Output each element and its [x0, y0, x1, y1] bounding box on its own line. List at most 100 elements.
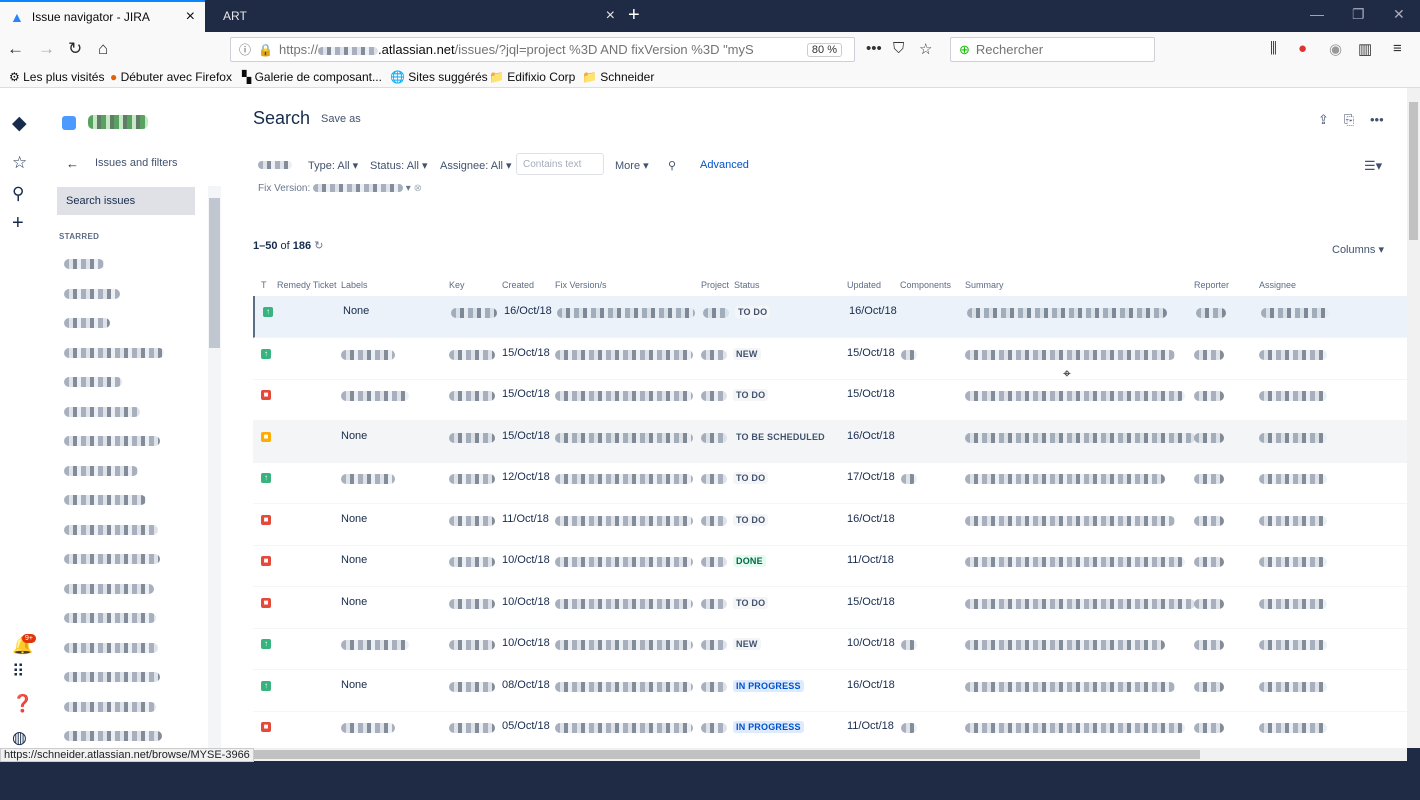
help-icon[interactable]: ❓	[12, 694, 33, 714]
search-icon[interactable]: ⚲	[12, 184, 24, 204]
minimize-icon[interactable]: —	[1310, 6, 1324, 22]
bookmark-most-visited[interactable]: ⚙ Les plus visités	[9, 70, 104, 84]
column-header[interactable]: Updated	[847, 280, 881, 290]
clear-filter-icon[interactable]: ⊗	[414, 183, 422, 194]
columns-button[interactable]: Columns ▾	[1332, 243, 1384, 256]
project-name[interactable]	[88, 115, 148, 129]
starred-item[interactable]	[64, 583, 154, 594]
close-tab-icon[interactable]: ×	[186, 8, 195, 26]
bookmark-edifixio[interactable]: 📁 Edifixio Corp	[489, 70, 575, 84]
column-header[interactable]: Summary	[965, 280, 1004, 290]
project-avatar[interactable]	[62, 116, 76, 130]
project-cell[interactable]	[701, 681, 727, 692]
reporter-cell[interactable]	[1194, 723, 1224, 733]
more-actions-icon[interactable]: •••	[1370, 112, 1384, 127]
column-header[interactable]: Status	[734, 280, 760, 290]
table-row[interactable]: ■ None 10/Oct/18 DONE 11/Oct/18	[253, 545, 1407, 587]
back-arrow-icon[interactable]: ←	[66, 156, 79, 171]
create-icon[interactable]: +	[12, 212, 24, 235]
starred-item[interactable]	[64, 642, 158, 653]
table-row[interactable]: ↑ 10/Oct/18 NEW 10/Oct/18	[253, 628, 1407, 670]
project-cell[interactable]	[701, 598, 727, 609]
fix-version-cell[interactable]	[555, 474, 693, 484]
project-cell[interactable]	[701, 349, 727, 360]
home-icon[interactable]: ⌂	[98, 39, 108, 59]
reporter-cell[interactable]	[1194, 557, 1224, 567]
assignee-filter[interactable]: Assignee: All ▾	[440, 159, 512, 172]
starred-item[interactable]	[64, 288, 120, 299]
new-tab-icon[interactable]: +	[628, 4, 640, 27]
profile-icon[interactable]: ◍	[12, 728, 27, 748]
summary-link[interactable]	[965, 598, 1195, 609]
pocket-icon[interactable]: ⛉	[893, 40, 904, 57]
summary-link[interactable]	[965, 681, 1175, 692]
contains-text-input[interactable]: Contains text	[516, 153, 604, 175]
fix-version-cell[interactable]	[555, 391, 693, 401]
components-cell[interactable]	[901, 474, 917, 484]
starred-item[interactable]	[64, 465, 138, 476]
project-cell[interactable]	[701, 640, 727, 650]
tab-issue-navigator[interactable]: ▲ Issue navigator - JIRA ×	[0, 0, 205, 32]
issue-key-link[interactable]	[451, 308, 497, 318]
type-filter[interactable]: Type: All ▾	[308, 159, 358, 172]
starred-item[interactable]	[64, 436, 160, 446]
library-icon[interactable]: ⫼	[1270, 40, 1277, 57]
sidebar-scrollbar[interactable]	[208, 186, 221, 748]
fix-version-cell[interactable]	[557, 308, 695, 318]
starred-item[interactable]	[64, 613, 156, 623]
fix-version-cell[interactable]	[555, 432, 693, 443]
assignee-cell[interactable]	[1259, 598, 1327, 609]
assignee-cell[interactable]	[1259, 474, 1327, 484]
table-row[interactable]: ↑ None 08/Oct/18 IN PROGRESS 16/Oct/18	[253, 670, 1407, 712]
table-row[interactable]: ↑ None 16/Oct/18 TO DO 16/Oct/18	[253, 296, 1407, 338]
status-filter[interactable]: Status: All ▾	[370, 159, 428, 172]
sidebar-scroll-thumb[interactable]	[209, 198, 220, 348]
restore-icon[interactable]: ❐	[1352, 6, 1365, 23]
advanced-link[interactable]: Advanced	[700, 159, 749, 171]
assignee-cell[interactable]	[1259, 349, 1327, 360]
bookmark-star-icon[interactable]: ☆	[919, 40, 932, 58]
menu-icon[interactable]: ≡	[1393, 40, 1402, 57]
assignee-cell[interactable]	[1259, 432, 1327, 443]
search-icon[interactable]: ⚲	[668, 159, 676, 172]
starred-item[interactable]	[64, 731, 162, 741]
column-header[interactable]: Project	[701, 280, 729, 290]
column-header[interactable]: Labels	[341, 280, 368, 290]
assignee-cell[interactable]	[1259, 723, 1327, 733]
fix-version-cell[interactable]	[555, 681, 693, 692]
summary-link[interactable]	[965, 474, 1165, 484]
refresh-icon[interactable]: ↻	[314, 240, 323, 252]
reporter-cell[interactable]	[1194, 598, 1224, 609]
assignee-cell[interactable]	[1259, 681, 1327, 692]
jira-logo-icon[interactable]: ◆	[12, 112, 27, 135]
starred-item[interactable]	[64, 406, 140, 417]
reporter-cell[interactable]	[1194, 391, 1224, 401]
sidebar-toggle-icon[interactable]: ▥	[1358, 40, 1372, 58]
bookmark-firefox[interactable]: ● Débuter avec Firefox	[110, 70, 232, 84]
labels-cell[interactable]	[341, 640, 409, 650]
issue-key-link[interactable]	[449, 432, 495, 443]
column-header[interactable]: Key	[449, 280, 465, 290]
starred-icon[interactable]: ☆	[12, 153, 27, 173]
browser-search-input[interactable]: ⊕ Rechercher	[950, 37, 1155, 62]
issue-key-link[interactable]	[449, 723, 495, 733]
project-cell[interactable]	[701, 391, 727, 401]
page-scrollbar[interactable]	[1407, 88, 1420, 748]
table-row[interactable]: ■ None 11/Oct/18 TO DO 16/Oct/18	[253, 504, 1407, 546]
summary-link[interactable]	[965, 515, 1175, 526]
reporter-cell[interactable]	[1194, 474, 1224, 484]
project-filter[interactable]	[258, 159, 292, 171]
project-cell[interactable]	[701, 474, 727, 484]
summary-link[interactable]	[965, 432, 1195, 443]
assignee-cell[interactable]	[1259, 391, 1327, 401]
table-row[interactable]: ■ None 10/Oct/18 TO DO 15/Oct/18	[253, 587, 1407, 629]
bookmark-schneider[interactable]: 📁 Schneider	[582, 70, 654, 84]
summary-link[interactable]	[965, 349, 1175, 360]
bookmark-suggested-sites[interactable]: 🌐 Sites suggérés	[390, 70, 488, 84]
extension2-icon[interactable]: ◉	[1329, 40, 1342, 58]
assignee-cell[interactable]	[1261, 308, 1329, 318]
issue-key-link[interactable]	[449, 681, 495, 692]
summary-link[interactable]	[965, 640, 1165, 650]
project-cell[interactable]	[701, 515, 727, 526]
issue-key-link[interactable]	[449, 598, 495, 609]
